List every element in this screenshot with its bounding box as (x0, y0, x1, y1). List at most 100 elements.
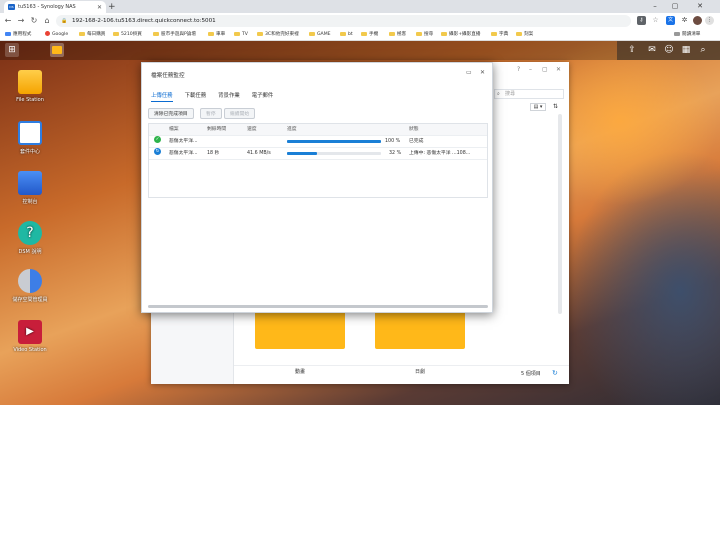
notification-icon[interactable]: ✉ (645, 43, 659, 57)
tab-download[interactable]: 下載任務 (185, 91, 207, 102)
bookmark-apps[interactable]: 應用程式 (5, 31, 31, 39)
column-header-progress[interactable]: 進度 (287, 124, 297, 136)
upload-queue-icon[interactable]: ⇪ (625, 43, 639, 57)
dialog-horizontal-scrollbar[interactable] (148, 305, 488, 308)
refresh-icon[interactable]: ↻ (552, 369, 558, 377)
bookmark-folder[interactable]: 每日購買 (79, 31, 105, 39)
control-panel-icon (18, 171, 42, 195)
widgets-icon[interactable]: ▦ (679, 43, 693, 57)
window-help-icon[interactable]: ? (517, 66, 520, 73)
reading-list-icon (674, 31, 680, 36)
column-header-speed[interactable]: 速度 (247, 124, 257, 136)
maximize-window-button[interactable]: ▢ (666, 0, 684, 12)
dsm-desktop: ⊞ ⇪ ✉ ☺ ▦ ⌕ File Station 套件中心 控制台 ? DSM … (0, 41, 720, 405)
bookmark-star-icon[interactable]: ☆ (651, 16, 660, 25)
bookmark-folder[interactable]: 手機 (361, 31, 378, 39)
bookmark-folder[interactable]: 攝影+攝影直播 (441, 31, 480, 39)
dialog-close-icon[interactable]: ✕ (480, 69, 485, 76)
dialog-tabs: 上傳任務 下載任務 背景作業 電子郵件 (151, 91, 273, 102)
sort-icon[interactable]: ⇅ (553, 103, 558, 110)
desktop-icon-dsm-help[interactable]: ? DSM 說明 (0, 221, 60, 255)
main-menu-icon[interactable]: ⊞ (5, 43, 19, 57)
bookmark-folder[interactable]: 字典 (491, 31, 508, 39)
row-file: 悲傷太平洋... (169, 151, 198, 156)
column-header-status[interactable]: 狀態 (409, 124, 419, 136)
bookmark-folder[interactable]: GAME (309, 31, 331, 39)
item-count: 5 個項目 (521, 371, 541, 377)
dsm-taskbar (0, 41, 720, 60)
bookmark-folder[interactable]: 5210掛買 (113, 31, 142, 39)
tab-background[interactable]: 背景作業 (218, 91, 240, 102)
profile-avatar-icon[interactable] (693, 16, 702, 25)
folder-icon (208, 31, 214, 36)
desktop-icon-file-station[interactable]: File Station (0, 70, 60, 103)
bookmark-google[interactable]: Google (45, 31, 68, 39)
desktop-icon-control-panel[interactable]: 控制台 (0, 171, 60, 205)
bookmark-folder[interactable]: 股市手遊與P論壇 (153, 31, 196, 39)
chrome-menu-icon[interactable]: ⋮ (705, 16, 714, 25)
search-icon: ⌕ (497, 91, 500, 97)
row-status: 上傳中: 悲傷太平洋 ...108... (409, 151, 471, 156)
window-minimize-icon[interactable]: – (529, 66, 532, 73)
bookmark-folder[interactable]: 刻案 (516, 31, 533, 39)
minimize-window-button[interactable]: – (646, 0, 664, 12)
google-icon (45, 31, 50, 36)
user-icon[interactable]: ☺ (662, 43, 676, 57)
folder-icon (113, 31, 119, 36)
page-blank-area (0, 405, 720, 540)
translate-extension-icon[interactable]: 文 (666, 16, 675, 25)
close-tab-icon[interactable]: ✕ (97, 4, 102, 11)
folder-icon (416, 31, 422, 36)
file-list-scrollbar[interactable] (558, 114, 562, 314)
desktop-icon-video-station[interactable]: ▶ Video Station (0, 320, 60, 353)
row-file: 悲傷太平洋... (169, 139, 198, 144)
forward-button[interactable]: → (15, 14, 27, 28)
tab-email[interactable]: 電子郵件 (252, 91, 274, 102)
folder-icon (309, 31, 315, 36)
view-mode-button[interactable]: ▤ ▾ (530, 103, 546, 111)
bookmark-folder[interactable]: 車車 (208, 31, 225, 39)
table-row[interactable]: ↻ 悲傷太平洋... 18 秒 41.6 MB/s 32 % 上傳中: 悲傷太平… (149, 148, 487, 160)
table-row[interactable]: ✓ 悲傷太平洋... 100 % 已完成 (149, 136, 487, 148)
package-center-icon (18, 121, 42, 145)
reload-button[interactable]: ↻ (28, 14, 40, 28)
reading-list-button[interactable]: 閱讀清單 (674, 31, 700, 39)
dialog-maximize-icon[interactable]: ▭ (466, 69, 472, 76)
task-grid: 檔案 剩餘時間 速度 進度 狀態 ✓ 悲傷太平洋... 100 % 已完成 ↻ … (148, 123, 488, 198)
folder-icon (79, 31, 85, 36)
pause-button[interactable]: 暫停 (200, 108, 222, 119)
row-progress-text: 32 % (389, 151, 402, 156)
tab-upload[interactable]: 上傳任務 (151, 91, 173, 102)
bookmark-folder[interactable]: 3C和他完好東裡 (257, 31, 299, 39)
check-icon: ✓ (154, 136, 161, 143)
browser-tab[interactable]: DS tu5163 - Synology NAS ✕ (4, 1, 106, 13)
close-window-button[interactable]: ✕ (686, 0, 714, 12)
resume-button[interactable]: 繼續開始 (224, 108, 256, 119)
window-maximize-icon[interactable]: ▢ (542, 66, 548, 73)
bookmark-folder[interactable]: bt (340, 31, 353, 39)
folder-icon (257, 31, 263, 36)
bookmark-folder[interactable]: 搜尋 (416, 31, 433, 39)
desktop-icon-package-center[interactable]: 套件中心 (0, 121, 60, 155)
row-remaining: 18 秒 (207, 151, 220, 156)
synology-favicon-icon: DS (8, 4, 15, 10)
bookmark-folder[interactable]: TV (234, 31, 248, 39)
extensions-icon[interactable]: ✲ (680, 16, 689, 25)
new-tab-button[interactable]: + (108, 1, 116, 13)
row-speed: 41.6 MB/s (247, 151, 271, 156)
desktop-icon-storage-manager[interactable]: 儲存空間管理員 (0, 269, 60, 303)
home-button[interactable]: ⌂ (41, 14, 53, 28)
bookmark-folder[interactable]: 極客 (389, 31, 406, 39)
search-icon[interactable]: ⌕ (696, 43, 710, 57)
column-header-remaining[interactable]: 剩餘時間 (207, 124, 226, 136)
row-status: 已完成 (409, 139, 424, 144)
folder-icon (389, 31, 395, 36)
file-search-input[interactable]: ⌕ 搜尋 (494, 89, 564, 99)
clear-completed-button[interactable]: 清除已完成項目 (148, 108, 194, 119)
taskbar-file-station-icon[interactable] (50, 43, 64, 57)
column-header-file[interactable]: 檔案 (169, 124, 179, 136)
back-button[interactable]: ← (2, 14, 14, 28)
key-icon[interactable]: ⚷ (637, 16, 646, 25)
address-bar[interactable]: 🔒 192-168-2-106.tu5163.direct.quickconne… (56, 15, 631, 27)
window-close-icon[interactable]: ✕ (556, 66, 561, 73)
